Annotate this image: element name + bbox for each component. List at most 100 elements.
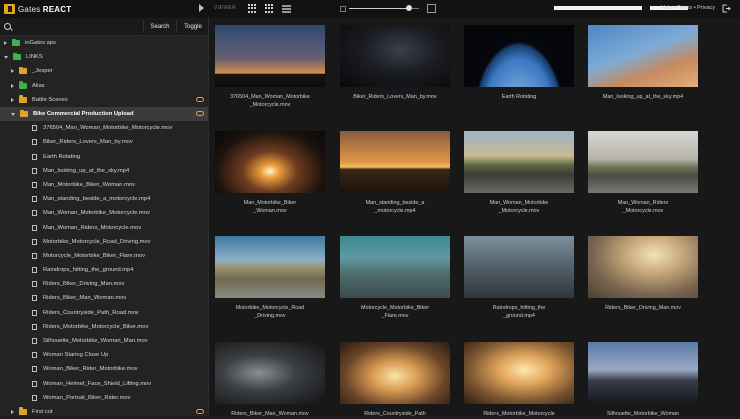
thumbnail-caption[interactable]: Man_Motorbike_Biker _Woman.mov [210, 199, 330, 215]
video-thumbnail[interactable] [340, 236, 450, 298]
tree-file-item[interactable]: Woman Staring Close Up [0, 348, 208, 362]
expand-right-icon[interactable] [4, 41, 7, 46]
video-thumbnail[interactable] [464, 236, 574, 298]
video-thumbnail[interactable] [215, 236, 325, 298]
thumbnail-caption[interactable]: Man_Woman_Motorbike _Motorcycle.mov [459, 199, 579, 215]
video-thumbnail[interactable] [215, 342, 325, 404]
video-thumbnail[interactable] [588, 131, 698, 193]
small-grid-view-icon[interactable] [265, 4, 274, 13]
tree-file-item[interactable]: Woman_Biker_Rider_Motorbike.mov [0, 362, 208, 376]
video-thumbnail[interactable] [464, 25, 574, 87]
tree-folder-item[interactable]: Bike Commercial Production Upload [0, 106, 208, 122]
thumbnail-caption[interactable]: Riders_Biker_Man_Woman.mov [210, 410, 330, 418]
toggle-button[interactable]: Toggle [176, 20, 209, 33]
thumbnail-caption[interactable]: Biker_Riders_Lovers_Man_by.mov [335, 93, 455, 101]
thumbnail-caption[interactable]: Man_standing_beside_a _motorcycle.mp4 [335, 199, 455, 215]
tree-file-item[interactable]: Man_standing_beside_a_motorcycle.mp4 [0, 192, 208, 206]
expand-right-icon[interactable] [11, 69, 14, 74]
slider-handle[interactable] [405, 5, 412, 11]
tree-item-label: Motorbike_Motorcycle_Road_Driving.mov [43, 238, 151, 245]
folder-icon [20, 109, 28, 118]
share-link-icon[interactable] [196, 110, 204, 116]
thumbnail-caption[interactable]: Riders_Countryside_Path [335, 410, 455, 418]
file-icon [32, 338, 37, 345]
thumbnail-size-slider[interactable] [340, 4, 436, 14]
tree-item-label: ioGates aps [25, 40, 56, 47]
thumbnail-caption[interactable]: Motorbike_Motorcycle_Road _Driving.mov [210, 304, 330, 320]
tree-file-item[interactable]: Man_Woman_Motorbike_Motorcycle.mov [0, 206, 208, 220]
tree-folder-item[interactable]: LINKS [0, 50, 208, 64]
video-thumbnail[interactable] [464, 342, 574, 404]
tree-folder-item[interactable]: Battle Scenes [0, 93, 208, 107]
tree-file-item[interactable]: Riders_Biker_Man_Woman.mov [0, 291, 208, 305]
video-thumbnail[interactable] [588, 236, 698, 298]
collapse-sidebar-icon[interactable] [199, 4, 204, 12]
large-grid-view-icon[interactable] [248, 4, 257, 13]
list-view-icon[interactable] [282, 4, 291, 14]
thumbnail-caption[interactable]: Silhouette_Motorbike_Woman [583, 410, 703, 418]
logout-icon[interactable] [722, 4, 731, 13]
thumbnail-grid: 376504_Man_Woman_Motorbike _Motorcycle.m… [209, 18, 740, 418]
tree-file-item[interactable]: Motorcycle_Motorbike_Biker_Flare.mov [0, 249, 208, 263]
tree-file-item[interactable]: Man_Motorbike_Biker_Woman.mov [0, 178, 208, 192]
thumbnail-caption[interactable]: Man_Woman_Riders _Motorcycle.mov [583, 199, 703, 215]
video-thumbnail[interactable] [340, 342, 450, 404]
tree-file-item[interactable]: 376504_Man_Woman_Motorbike_Motorcycle.mo… [0, 121, 208, 135]
tree-item-label: Woman Staring Close Up [43, 352, 109, 359]
tree-file-item[interactable]: Motorbike_Motorcycle_Road_Driving.mov [0, 235, 208, 249]
video-thumbnail[interactable] [215, 25, 325, 87]
tree-file-item[interactable]: Woman_Helmet_Face_Shield_Lifting.mov [0, 377, 208, 391]
thumbnail-caption[interactable]: Riders_Biker_Driving_Man.mov [583, 304, 703, 312]
tree-file-item[interactable]: Man_Woman_Riders_Motorcycle.mov [0, 220, 208, 234]
tree-item-label: Man_looking_up_at_the_sky.mp4 [43, 167, 130, 174]
thumbnail-caption[interactable]: 376504_Man_Woman_Motorbike _Motorcycle.m… [210, 93, 330, 109]
share-link-icon[interactable] [196, 96, 204, 102]
expand-down-icon[interactable] [4, 55, 8, 59]
large-size-icon [427, 4, 436, 13]
tree-file-item[interactable]: Man_looking_up_at_the_sky.mp4 [0, 164, 208, 178]
logo[interactable]: Gates REACT [4, 4, 71, 14]
tree-file-item[interactable]: Riders_Motorbike_Motorcycle_Biker.mov [0, 320, 208, 334]
thumbnail-caption[interactable]: Earth Rotating [459, 93, 579, 101]
video-thumbnail[interactable] [588, 25, 698, 87]
tree-folder-item[interactable]: Alias [0, 79, 208, 93]
tree-folder-item[interactable]: ioGates aps [0, 36, 208, 50]
brand-name: Gates [18, 4, 41, 14]
thumbnail-caption[interactable]: Motorcycle_Motorbike_Biker _Flare.mov [335, 304, 455, 320]
thumbnail-caption[interactable]: Raindrops_hitting_the _ground.mp4 [459, 304, 579, 320]
tree-file-item[interactable]: Woman_Portrait_Biker_Rider.mov [0, 391, 208, 405]
search-button[interactable]: Search [143, 20, 176, 33]
file-icon [32, 224, 37, 231]
tree-file-item[interactable]: Riders_Biker_Driving_Man.mov [0, 277, 208, 291]
tree-item-label: 376504_Man_Woman_Motorbike_Motorcycle.mo… [43, 125, 173, 132]
share-link-icon[interactable] [196, 408, 204, 414]
expand-down-icon[interactable] [11, 112, 15, 116]
header-field-1[interactable] [554, 6, 642, 10]
thumbnail-caption[interactable]: Riders_Motorbike_Motorcycle [459, 410, 579, 418]
expand-right-icon[interactable] [11, 97, 14, 102]
folder-icon [12, 38, 20, 47]
tree-file-item[interactable]: Silhouette_Motorbike_Woman_Man.mov [0, 334, 208, 348]
search-icon[interactable] [4, 23, 11, 30]
video-thumbnail[interactable] [340, 25, 450, 87]
expand-right-icon[interactable] [11, 83, 14, 88]
tree-file-item[interactable]: Biker_Riders_Lovers_Man_by.mov [0, 135, 208, 149]
video-thumbnail[interactable] [340, 131, 450, 193]
tree-item-label: Man_Woman_Riders_Motorcycle.mov [43, 224, 142, 231]
help-links[interactable]: Help • Terms • Privacy [661, 5, 715, 11]
video-thumbnail[interactable] [464, 131, 574, 193]
tree-item-label: LINKS [26, 54, 43, 61]
thumbnail-caption[interactable]: Man_looking_up_at_the_sky.mp4 [583, 93, 703, 101]
folder-icon [19, 407, 27, 415]
tree-file-item[interactable]: Raindrops_hitting_the_ground.mp4 [0, 263, 208, 277]
tree-item-label: Battle Scenes [32, 96, 68, 103]
tree-file-item[interactable]: Earth Rotating [0, 150, 208, 164]
video-thumbnail[interactable] [215, 131, 325, 193]
tree-folder-item[interactable]: First cut [0, 405, 208, 419]
expand-right-icon[interactable] [11, 409, 14, 414]
folder-icon [19, 95, 27, 103]
tree-file-item[interactable]: Riders_Countryside_Path_Road.mov [0, 306, 208, 320]
video-thumbnail[interactable] [588, 342, 698, 404]
tree-folder-item[interactable]: _Jesper [0, 64, 208, 78]
tree-item-label: Man_Woman_Motorbike_Motorcycle.mov [43, 210, 150, 217]
